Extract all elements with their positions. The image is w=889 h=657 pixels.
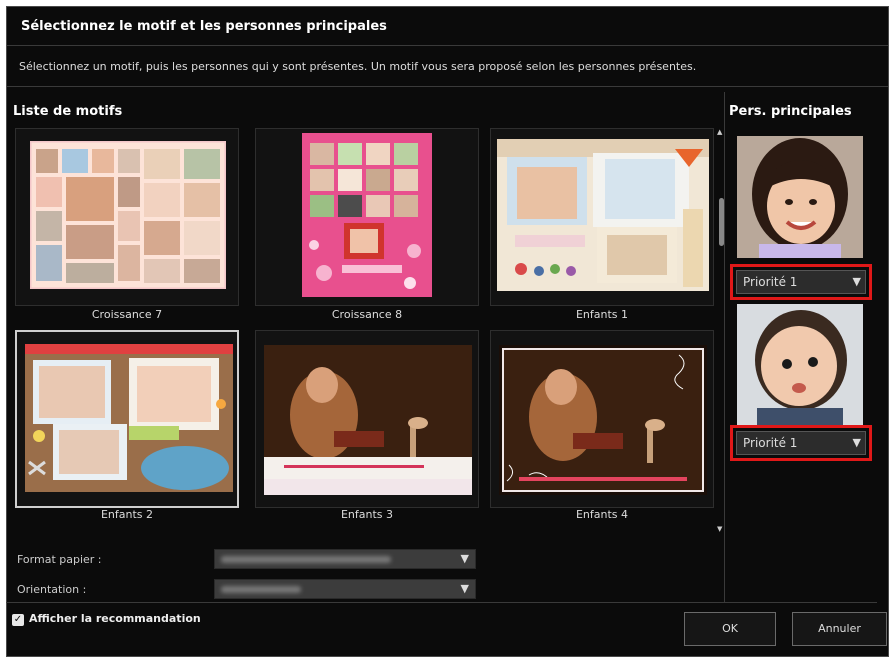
child-photo-icon bbox=[737, 136, 863, 258]
motif-frame bbox=[15, 128, 239, 306]
scroll-up-arrow-icon[interactable]: ▲ bbox=[717, 128, 722, 136]
child-photo-icon bbox=[737, 304, 863, 426]
motif-label: Croissance 8 bbox=[331, 308, 403, 321]
priority-select-2[interactable]: Priorité 1 ▼ bbox=[730, 425, 872, 461]
motif-grid: Croissance 7 Croissance 8 Enfants 1 Enfa… bbox=[6, 128, 718, 533]
motif-thumbnail bbox=[264, 345, 472, 495]
priority-text: Priorité 1 bbox=[743, 275, 798, 289]
main-persons-panel: Pers. principales Priorité 1 ▼ Priorité … bbox=[725, 92, 875, 602]
motif-frame bbox=[490, 128, 714, 306]
motif-label: Enfants 2 bbox=[100, 508, 154, 521]
scroll-thumb[interactable] bbox=[719, 198, 724, 246]
motif-tile-enfants-2[interactable]: Enfants 2 bbox=[15, 330, 239, 521]
motif-thumbnail bbox=[302, 133, 432, 297]
motif-tile-croissance-8[interactable]: Croissance 8 bbox=[255, 128, 479, 321]
paper-format-select[interactable]: ▼ bbox=[214, 549, 476, 569]
dropdown-arrow-icon: ▼ bbox=[852, 436, 861, 449]
person-photo-1 bbox=[737, 136, 863, 258]
motif-list-label: Liste de motifs bbox=[13, 104, 123, 119]
dialog-description: Sélectionnez un motif, puis les personne… bbox=[7, 46, 888, 87]
motif-list-panel: Liste de motifs Croissance 7 Croissance … bbox=[6, 92, 725, 602]
blurred-value bbox=[221, 556, 391, 563]
motif-thumbnail bbox=[30, 141, 226, 289]
motif-frame bbox=[490, 330, 714, 508]
motif-thumbnail bbox=[499, 345, 707, 495]
ok-button[interactable]: OK bbox=[684, 612, 776, 646]
person-photo-2 bbox=[737, 304, 863, 426]
orientation-select[interactable]: ▼ bbox=[214, 579, 476, 599]
motif-label: Enfants 4 bbox=[575, 508, 629, 521]
scroll-down-arrow-icon[interactable]: ▼ bbox=[717, 525, 722, 533]
dropdown-arrow-icon: ▼ bbox=[460, 552, 469, 565]
motif-tile-croissance-7[interactable]: Croissance 7 bbox=[15, 128, 239, 321]
blurred-value bbox=[221, 586, 301, 593]
motif-label: Enfants 3 bbox=[340, 508, 394, 521]
main-persons-label: Pers. principales bbox=[729, 104, 852, 119]
paper-format-label: Format papier : bbox=[17, 553, 102, 566]
priority-select-1[interactable]: Priorité 1 ▼ bbox=[730, 264, 872, 300]
motif-frame bbox=[255, 128, 479, 306]
show-recommendation-checkbox[interactable]: ✓ bbox=[12, 614, 24, 626]
motif-label: Enfants 1 bbox=[575, 308, 629, 321]
orientation-label: Orientation : bbox=[17, 583, 87, 596]
motif-label: Croissance 7 bbox=[91, 308, 163, 321]
motif-frame bbox=[255, 330, 479, 508]
show-recommendation-label: Afficher la recommandation bbox=[29, 612, 201, 625]
motif-tile-enfants-1[interactable]: Enfants 1 bbox=[490, 128, 714, 321]
motif-thumbnail bbox=[497, 139, 709, 291]
dialog-footer: ✓ Afficher la recommandation OK Annuler bbox=[6, 602, 887, 646]
dropdown-arrow-icon: ▼ bbox=[460, 582, 469, 595]
motif-tile-enfants-4[interactable]: Enfants 4 bbox=[490, 330, 714, 521]
dropdown-arrow-icon: ▼ bbox=[852, 275, 861, 288]
priority-value[interactable]: Priorité 1 ▼ bbox=[736, 270, 866, 294]
priority-value[interactable]: Priorité 1 ▼ bbox=[736, 431, 866, 455]
priority-text: Priorité 1 bbox=[743, 436, 798, 450]
motif-frame bbox=[15, 330, 239, 508]
motif-thumbnail bbox=[25, 344, 233, 492]
dialog-title: Sélectionnez le motif et les personnes p… bbox=[7, 7, 888, 46]
motif-tile-enfants-3[interactable]: Enfants 3 bbox=[255, 330, 479, 521]
cancel-button[interactable]: Annuler bbox=[792, 612, 887, 646]
